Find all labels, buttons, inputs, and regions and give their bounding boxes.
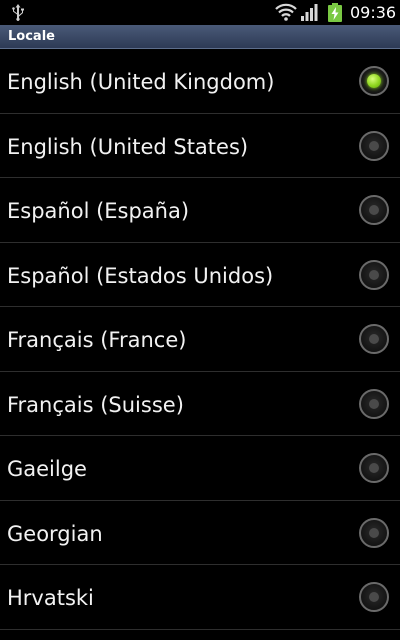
list-item-locale[interactable]: Español (Estados Unidos)	[0, 243, 400, 307]
radio-dot-icon	[369, 205, 379, 215]
locale-label: Gaeilge	[7, 457, 87, 481]
radio-button[interactable]	[359, 195, 389, 225]
signal-icon	[301, 4, 318, 21]
locale-list: English (United Kingdom) English (United…	[0, 49, 400, 640]
locale-label: Georgian	[7, 521, 103, 546]
radio-button[interactable]	[359, 517, 389, 548]
radio-dot-icon	[367, 74, 381, 88]
radio-button[interactable]	[359, 453, 389, 483]
locale-label: English (United Kingdom)	[7, 70, 275, 94]
locale-label: Français (France)	[7, 328, 187, 352]
list-item-locale[interactable]: English (United States)	[0, 114, 400, 178]
locale-label: Español (Estados Unidos)	[7, 263, 274, 288]
radio-button[interactable]	[359, 324, 389, 354]
list-item-locale[interactable]: English (United Kingdom)	[0, 49, 400, 114]
radio-dot-icon	[369, 269, 379, 280]
locale-label: Français (Suisse)	[7, 392, 184, 417]
status-time: 09:36	[350, 3, 397, 22]
wifi-icon	[275, 3, 297, 21]
locale-label: Español (España)	[7, 199, 190, 223]
radio-button[interactable]	[359, 259, 389, 290]
locale-label: Hrvatski	[7, 586, 94, 610]
title-bar: Locale	[0, 25, 400, 49]
radio-dot-icon	[369, 527, 379, 538]
radio-button[interactable]	[359, 130, 389, 161]
radio-button[interactable]	[359, 388, 389, 419]
page-title: Locale	[8, 29, 55, 44]
radio-button[interactable]	[359, 66, 389, 96]
list-item-locale[interactable]: Hrvatski	[0, 565, 400, 630]
radio-button[interactable]	[359, 582, 389, 612]
radio-dot-icon	[369, 463, 379, 473]
status-bar: 09:36	[0, 0, 400, 25]
list-item-locale[interactable]: Français (Suisse)	[0, 372, 400, 436]
list-item-locale[interactable]: Gaeilge	[0, 436, 400, 501]
radio-dot-icon	[369, 334, 379, 344]
radio-dot-icon	[369, 140, 379, 151]
locale-label: English (United States)	[7, 134, 249, 159]
list-item-locale[interactable]: Français (France)	[0, 307, 400, 372]
radio-dot-icon	[369, 592, 379, 602]
usb-icon	[12, 4, 24, 21]
battery-charging-icon	[328, 3, 342, 22]
list-item-locale[interactable]: Georgian	[0, 501, 400, 565]
list-item-locale[interactable]: Español (España)	[0, 178, 400, 243]
radio-dot-icon	[369, 398, 379, 409]
